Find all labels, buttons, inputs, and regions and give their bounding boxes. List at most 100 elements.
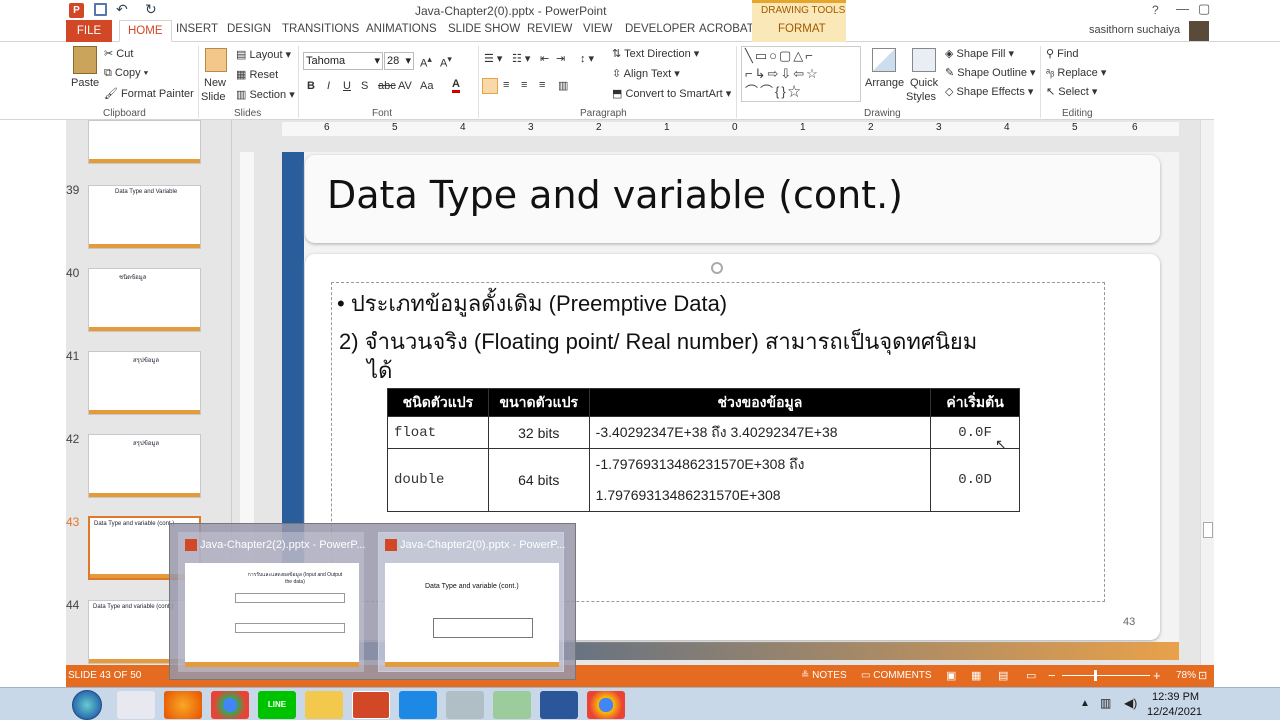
align-center-button[interactable]: ≡ [503, 79, 509, 91]
tab-format[interactable]: FORMAT [778, 23, 826, 35]
data-type-table[interactable]: ชนิดตัวแปร ขนาดตัวแปร ช่วงของข้อมูล ค่าเ… [387, 388, 1020, 512]
cut-button[interactable]: ✂ Cut [104, 47, 133, 60]
tab-file[interactable]: FILE [66, 20, 112, 42]
slide-title[interactable]: Data Type and variable (cont.) [327, 173, 903, 217]
decrease-indent-button[interactable]: ⇤ [540, 52, 549, 65]
word-icon[interactable] [540, 691, 578, 719]
align-text-button[interactable]: ⇳ Align Text ▾ [612, 67, 680, 80]
new-slide-icon[interactable] [205, 48, 227, 72]
shape-effects-button[interactable]: ◇ Shape Effects ▾ [945, 85, 1033, 98]
point-text-line2[interactable]: ได้ [367, 353, 392, 388]
undo-icon[interactable]: ↶ [116, 1, 128, 18]
start-button[interactable] [72, 690, 102, 720]
network-icon[interactable]: ▥ [1100, 696, 1111, 710]
format-painter-button[interactable]: 🖌 Format Painter [104, 87, 194, 100]
reading-view-icon[interactable]: ▤ [998, 669, 1008, 682]
avatar[interactable] [1189, 21, 1209, 41]
title-placeholder[interactable]: Data Type and variable (cont.) [305, 155, 1160, 243]
font-size-select[interactable]: 28 ▾ [384, 52, 414, 70]
powerpoint-taskbar-icon[interactable] [352, 691, 390, 719]
preview-window-1[interactable]: Java-Chapter2(2).pptx - PowerP... การรับ… [178, 532, 365, 672]
font-name-select[interactable]: Tahoma ▾ [303, 52, 383, 70]
notes-button[interactable]: ≗ NOTES [801, 670, 847, 681]
strikethrough-button[interactable]: abc [378, 80, 396, 92]
save-icon[interactable] [94, 3, 107, 16]
sorter-view-icon[interactable]: ▦ [971, 669, 981, 682]
align-right-button[interactable]: ≡ [521, 79, 527, 91]
help-button[interactable]: ? [1152, 3, 1159, 17]
slide-thumbnail[interactable]: ชนิดข้อมูล [88, 268, 201, 332]
shape-outline-button[interactable]: ✎ Shape Outline ▾ [945, 66, 1036, 79]
line-icon[interactable]: LINE [258, 691, 296, 719]
point-text-line1[interactable]: 2) จำนวนจริง (Floating point/ Real numbe… [339, 324, 977, 359]
tab-insert[interactable]: INSERT [176, 23, 218, 35]
align-left-button[interactable] [482, 78, 498, 94]
numbering-button[interactable]: ☷ ▾ [512, 52, 530, 65]
redo-icon[interactable]: ↻ [145, 1, 157, 18]
comments-button[interactable]: ▭ COMMENTS [861, 670, 932, 681]
tray-arrow-icon[interactable]: ▲ [1080, 698, 1090, 709]
zoom-slider[interactable] [1062, 675, 1150, 676]
convert-smartart-button[interactable]: ⬒ Convert to SmartArt ▾ [612, 87, 731, 100]
text-direction-button[interactable]: ⇅ Text Direction ▾ [612, 47, 699, 60]
slideshow-view-icon[interactable]: ▭ [1026, 669, 1036, 682]
bold-button[interactable]: B [307, 80, 315, 92]
tab-acrobat[interactable]: ACROBAT [699, 23, 754, 35]
change-case-button[interactable]: Aa [420, 80, 433, 92]
justify-button[interactable]: ≡ [539, 79, 545, 91]
line-spacing-button[interactable]: ↕ ▾ [580, 52, 594, 65]
new-slide-button-2[interactable]: Slide [201, 91, 225, 103]
scroll-thumb[interactable] [1203, 522, 1213, 538]
shapes-gallery[interactable]: ╲▭○▢△⌐ ⌐↳⇨⇩⇦☆ ⌒⌒{}☆ [741, 46, 861, 102]
spacing-button[interactable]: AV [398, 80, 412, 92]
zoom-level[interactable]: 78% [1176, 670, 1196, 681]
quick-styles-button[interactable]: Quick [910, 77, 938, 89]
maximize-button[interactable]: ▢ [1198, 1, 1210, 17]
tab-animations[interactable]: ANIMATIONS [366, 23, 437, 35]
tab-slide-show[interactable]: SLIDE SHOW [448, 23, 520, 35]
zoom-out-button[interactable]: − [1048, 668, 1056, 683]
increase-indent-button[interactable]: ⇥ [556, 52, 565, 65]
firefox-icon[interactable] [164, 691, 202, 719]
user-name[interactable]: sasithorn suchaiya [1089, 24, 1180, 36]
minimize-button[interactable]: — [1176, 1, 1189, 16]
snipping-tool-icon[interactable] [117, 691, 155, 719]
paste-button[interactable]: Paste [71, 77, 99, 89]
notes-icon[interactable] [493, 691, 531, 719]
slide-thumbnail[interactable] [88, 120, 201, 164]
arrange-icon[interactable] [872, 48, 896, 72]
vertical-scrollbar[interactable] [1200, 120, 1214, 665]
zoom-slider-thumb[interactable] [1094, 670, 1097, 681]
tab-review[interactable]: REVIEW [527, 23, 572, 35]
paste-icon[interactable] [73, 46, 97, 74]
select-button[interactable]: ↖ Select ▾ [1046, 85, 1097, 98]
calculator-icon[interactable] [446, 691, 484, 719]
font-color-button[interactable]: A [452, 78, 460, 93]
chrome-profile-icon[interactable] [587, 691, 625, 719]
explorer-icon[interactable] [305, 691, 343, 719]
normal-view-icon[interactable]: ▣ [946, 669, 956, 682]
shape-fill-button[interactable]: ◈ Shape Fill ▾ [945, 47, 1014, 60]
arrange-button[interactable]: Arrange [865, 77, 904, 89]
bullets-button[interactable]: ☰ ▾ [484, 52, 502, 65]
volume-icon[interactable]: ◀) [1124, 696, 1137, 710]
find-button[interactable]: ⚲ Find [1046, 47, 1079, 60]
grow-font-button[interactable]: A▴ [420, 54, 432, 70]
copy-button[interactable]: ⧉ Copy ▾ [104, 67, 148, 80]
tab-home[interactable]: HOME [119, 20, 172, 42]
section-button[interactable]: ▥ Section ▾ [236, 88, 295, 101]
fit-slide-icon[interactable]: ⊡ [1198, 669, 1207, 682]
shrink-font-button[interactable]: A▾ [440, 54, 452, 70]
quick-styles-icon[interactable] [912, 48, 936, 72]
clock-time[interactable]: 12:39 PM [1152, 691, 1199, 703]
layout-button[interactable]: ▤ Layout ▾ [236, 48, 291, 61]
shadow-button[interactable]: S [361, 80, 368, 92]
slide-thumbnail[interactable]: สรุปข้อมูล [88, 434, 201, 498]
zoom-in-button[interactable]: + [1153, 668, 1161, 683]
bullet-text[interactable]: • ประเภทข้อมูลดั้งเดิม (Preemptive Data) [337, 286, 727, 321]
tab-developer[interactable]: DEVELOPER [625, 23, 695, 35]
vscode-icon[interactable] [399, 691, 437, 719]
replace-button[interactable]: ᵃᵦ Replace ▾ [1046, 66, 1106, 79]
tab-design[interactable]: DESIGN [227, 23, 271, 35]
slide-thumbnail[interactable]: Data Type and Variable [88, 185, 201, 249]
